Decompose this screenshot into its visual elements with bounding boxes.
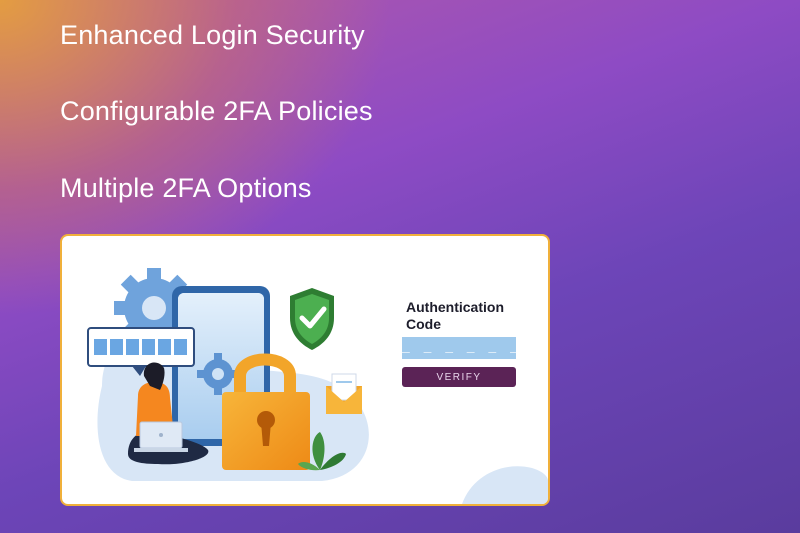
envelope-icon — [326, 373, 362, 414]
illustration-card: Authentication Code VERIFY — [60, 234, 550, 506]
feature-configurable-2fa-policies: Configurable 2FA Policies — [60, 96, 373, 126]
shield-check-icon — [290, 288, 334, 350]
feature-enhanced-login-security: Enhanced Login Security — [60, 20, 365, 50]
authentication-code-input[interactable] — [402, 337, 516, 359]
feature-multiple-2fa-options: Multiple 2FA Options — [60, 173, 312, 203]
laptop-icon — [134, 421, 188, 452]
authentication-code-title: Authentication Code — [406, 299, 504, 332]
verify-button[interactable]: VERIFY — [402, 367, 516, 387]
corner-blob — [462, 466, 548, 504]
